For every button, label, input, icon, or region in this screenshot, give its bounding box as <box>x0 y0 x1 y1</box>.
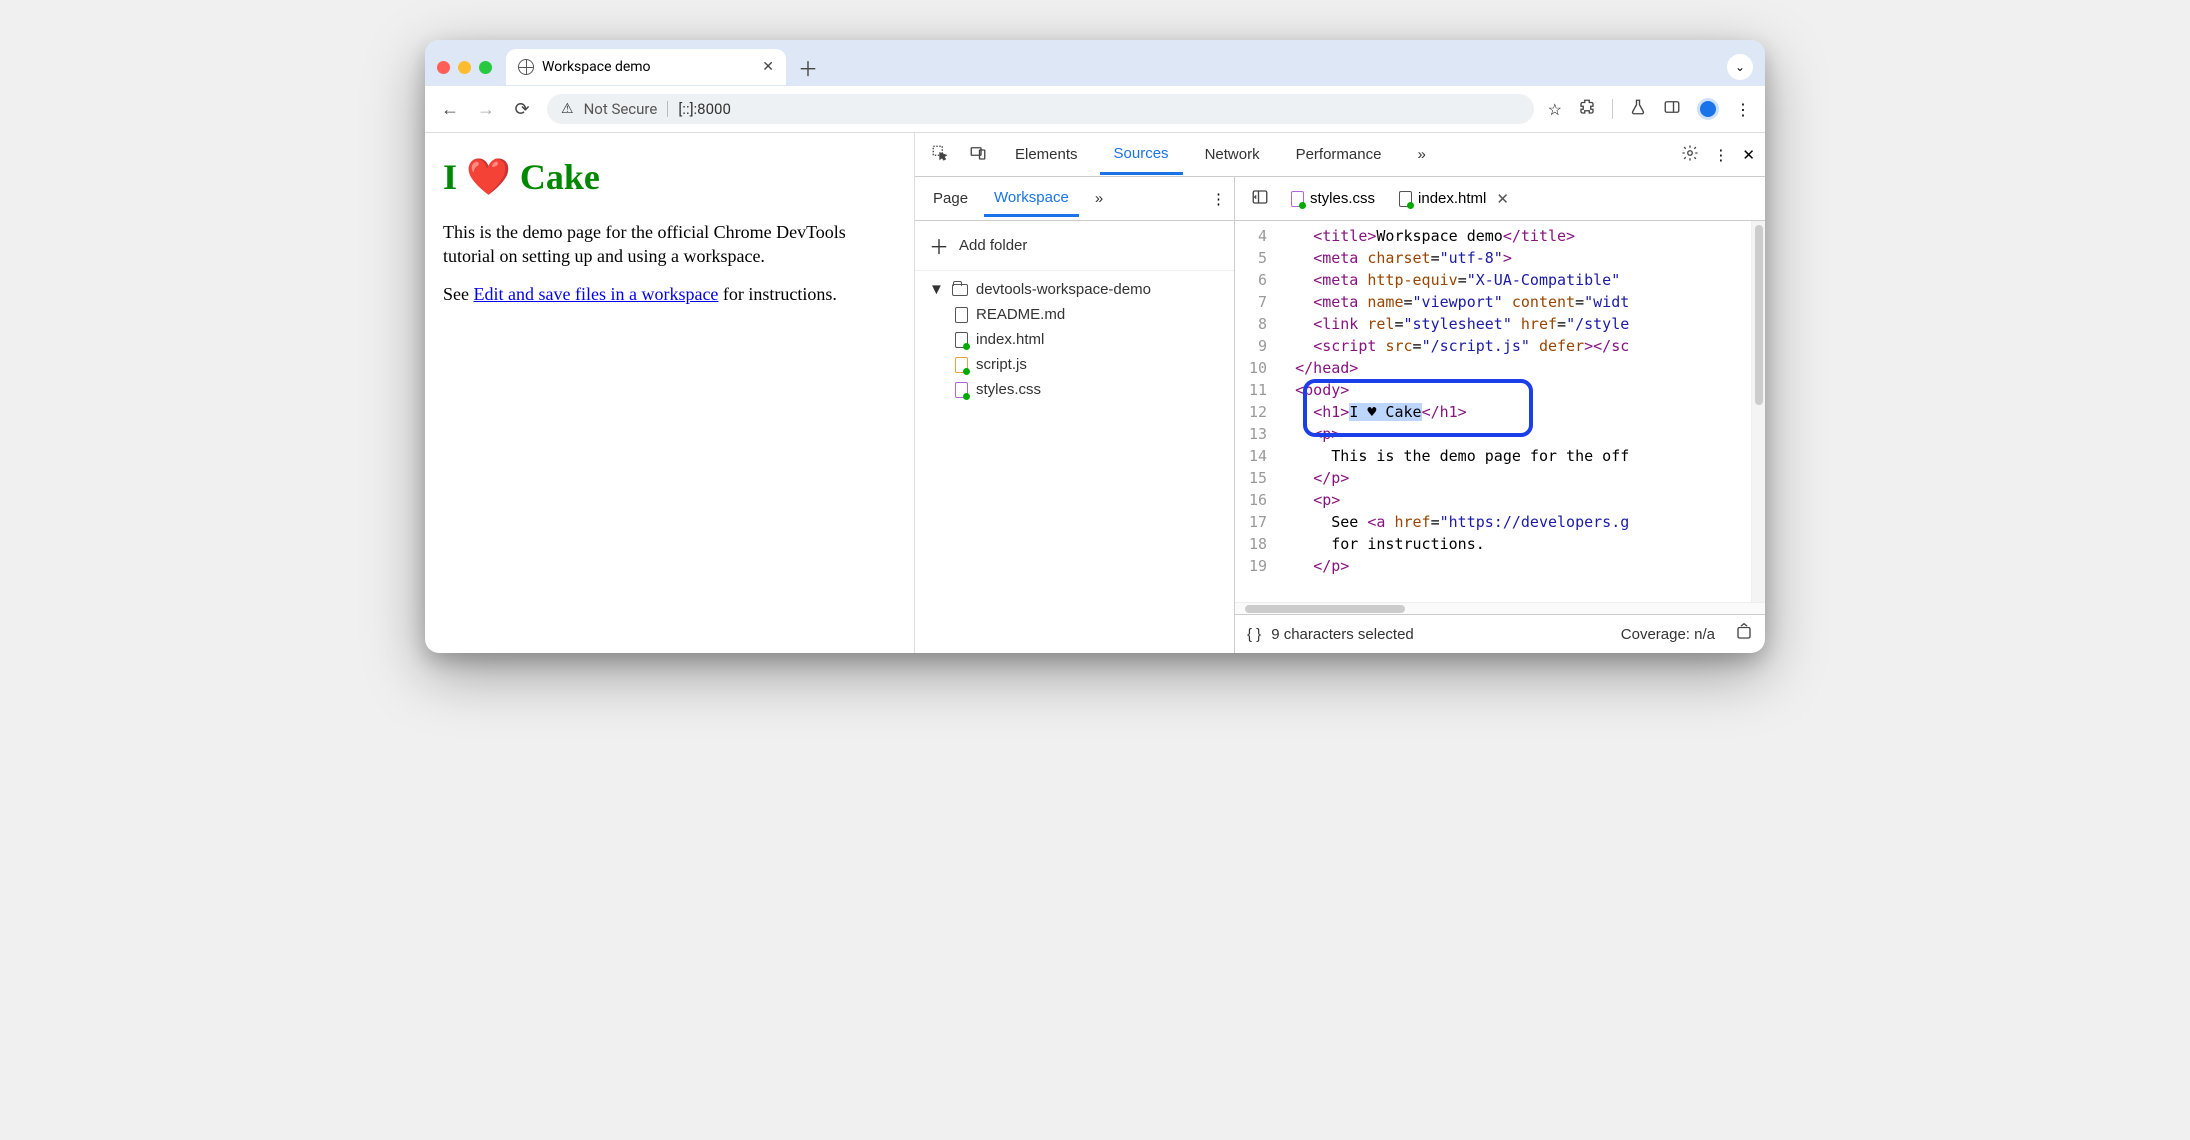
horizontal-scrollbar[interactable] <box>1235 602 1765 614</box>
toolbar-separator <box>1612 99 1613 119</box>
drawer-icon[interactable] <box>1735 623 1753 645</box>
code-editor[interactable]: 45678910111213141516171819 <title>Worksp… <box>1235 221 1765 602</box>
tab-strip: Workspace demo ✕ ＋ ⌄ <box>425 40 1765 86</box>
devtools-body: Page Workspace » ⋮ ＋ Add folder ▼ devtoo <box>915 177 1765 653</box>
new-tab-button[interactable]: ＋ <box>798 53 818 82</box>
device-toolbar-icon[interactable] <box>963 140 993 170</box>
fullscreen-window-button[interactable] <box>479 61 492 74</box>
code-lines: <title>Workspace demo</title> <meta char… <box>1277 221 1629 602</box>
add-folder-button[interactable]: ＋ Add folder <box>915 221 1234 271</box>
devtools-menu-icon[interactable]: ⋮ <box>1713 146 1728 164</box>
plus-icon: ＋ <box>929 231 949 260</box>
nav-menu-icon[interactable]: ⋮ <box>1211 190 1226 208</box>
bookmark-icon[interactable]: ☆ <box>1548 100 1562 119</box>
content-area: I ❤️ Cake This is the demo page for the … <box>425 133 1765 653</box>
editor-tabs: styles.css index.html ✕ <box>1235 177 1765 221</box>
file-label: script.js <box>976 356 1027 373</box>
editor-status-bar: { } 9 characters selected Coverage: n/a <box>1235 614 1765 653</box>
selection-status: 9 characters selected <box>1271 626 1414 643</box>
folder-icon <box>952 284 968 296</box>
profile-avatar[interactable] <box>1697 98 1719 120</box>
file-label: index.html <box>976 331 1044 348</box>
file-icon <box>955 382 968 398</box>
back-button[interactable]: ← <box>439 99 461 120</box>
close-editor-tab-icon[interactable]: ✕ <box>1496 190 1509 208</box>
p2-post: for instructions. <box>718 284 837 304</box>
folder-label: devtools-workspace-demo <box>976 281 1151 298</box>
page-heading: I ❤️ Cake <box>443 153 896 202</box>
editor-tab-styles[interactable]: styles.css <box>1281 184 1385 213</box>
file-tree: ▼ devtools-workspace-demo README.md inde… <box>915 271 1234 653</box>
editor-pane: styles.css index.html ✕ 4567891011121314… <box>1235 177 1765 653</box>
settings-icon[interactable] <box>1681 144 1699 166</box>
tree-file[interactable]: index.html <box>923 327 1226 352</box>
tab-title: Workspace demo <box>542 59 651 75</box>
editor-tab-label: styles.css <box>1310 190 1375 207</box>
close-window-button[interactable] <box>437 61 450 74</box>
chevron-down-icon: ▼ <box>929 281 944 298</box>
p2-pre: See <box>443 284 474 304</box>
vertical-scrollbar[interactable] <box>1751 221 1765 602</box>
tree-file[interactable]: script.js <box>923 352 1226 377</box>
nav-more-button[interactable]: » <box>1085 182 1113 215</box>
minimize-window-button[interactable] <box>458 61 471 74</box>
tabs-dropdown-button[interactable]: ⌄ <box>1727 54 1753 80</box>
address-bar[interactable]: ⚠ Not Secure [::]:8000 <box>547 94 1534 124</box>
file-icon <box>1291 191 1304 207</box>
file-icon <box>955 307 968 323</box>
add-folder-label: Add folder <box>959 237 1027 254</box>
file-icon <box>955 332 968 348</box>
close-tab-icon[interactable]: ✕ <box>762 59 774 75</box>
file-label: README.md <box>976 306 1065 323</box>
labs-icon[interactable] <box>1629 98 1647 120</box>
browser-window: Workspace demo ✕ ＋ ⌄ ← → ⟳ ⚠ Not Secure … <box>425 40 1765 653</box>
more-tabs-button[interactable]: » <box>1403 136 1439 173</box>
tab-performance[interactable]: Performance <box>1282 136 1396 173</box>
editor-tab-index[interactable]: index.html ✕ <box>1389 184 1519 214</box>
panel-icon[interactable] <box>1663 98 1681 120</box>
tree-file[interactable]: styles.css <box>923 377 1226 402</box>
navigator-tabs: Page Workspace » ⋮ <box>915 177 1234 221</box>
show-navigator-icon[interactable] <box>1243 184 1277 214</box>
page-paragraph-1: This is the demo page for the official C… <box>443 220 896 269</box>
sources-navigator: Page Workspace » ⋮ ＋ Add folder ▼ devtoo <box>915 177 1235 653</box>
devtools-tab-bar: Elements Sources Network Performance » ⋮… <box>915 133 1765 177</box>
omnibox-divider <box>667 101 668 117</box>
workspace-docs-link[interactable]: Edit and save files in a workspace <box>474 284 719 304</box>
editor-tab-label: index.html <box>1418 190 1486 207</box>
toolbar-actions: ☆ ⋮ <box>1548 98 1751 120</box>
security-label: Not Secure <box>584 100 658 118</box>
line-gutter: 45678910111213141516171819 <box>1235 221 1277 602</box>
globe-icon <box>518 59 534 75</box>
file-label: styles.css <box>976 381 1041 398</box>
tab-elements[interactable]: Elements <box>1001 136 1092 173</box>
devtools-panel: Elements Sources Network Performance » ⋮… <box>915 133 1765 653</box>
nav-tab-workspace[interactable]: Workspace <box>984 181 1079 217</box>
file-icon <box>1399 191 1412 207</box>
close-devtools-icon[interactable]: ✕ <box>1742 146 1755 164</box>
forward-button[interactable]: → <box>475 99 497 120</box>
extensions-icon[interactable] <box>1578 98 1596 120</box>
url-text: [::]:8000 <box>678 100 731 118</box>
tree-folder[interactable]: ▼ devtools-workspace-demo <box>923 277 1226 302</box>
tab-sources[interactable]: Sources <box>1100 135 1183 175</box>
browser-toolbar: ← → ⟳ ⚠ Not Secure [::]:8000 ☆ ⋮ <box>425 86 1765 133</box>
page-paragraph-2: See Edit and save files in a workspace f… <box>443 282 896 306</box>
warning-icon: ⚠ <box>561 101 574 117</box>
menu-icon[interactable]: ⋮ <box>1735 100 1751 119</box>
format-icon[interactable]: { } <box>1247 626 1261 643</box>
tab-network[interactable]: Network <box>1191 136 1274 173</box>
browser-tab[interactable]: Workspace demo ✕ <box>506 49 786 85</box>
nav-tab-page[interactable]: Page <box>923 182 978 215</box>
inspect-element-icon[interactable] <box>925 140 955 170</box>
tree-file[interactable]: README.md <box>923 302 1226 327</box>
window-controls <box>437 61 492 74</box>
file-icon <box>955 357 968 373</box>
coverage-status: Coverage: n/a <box>1621 626 1715 643</box>
rendered-page: I ❤️ Cake This is the demo page for the … <box>425 133 915 653</box>
reload-button[interactable]: ⟳ <box>511 99 533 120</box>
